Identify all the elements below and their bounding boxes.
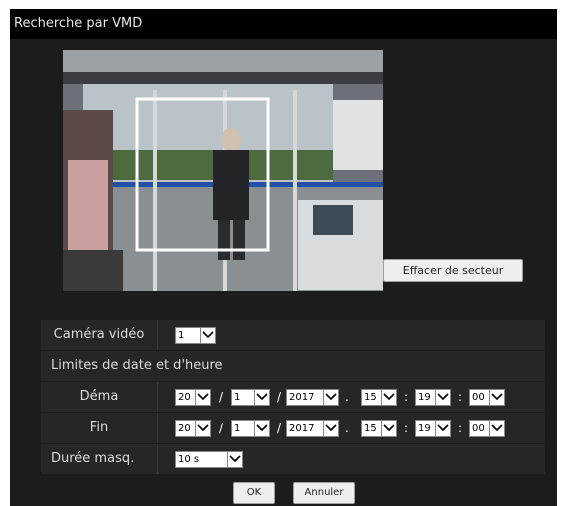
chevron-down-icon <box>323 421 338 436</box>
time-separator: : <box>404 390 409 404</box>
end-label: Fin <box>41 413 158 443</box>
time-separator: : <box>404 421 409 435</box>
chevron-down-icon <box>435 390 450 405</box>
chevron-down-icon <box>323 390 338 405</box>
end-minute-value: 19 <box>418 423 431 434</box>
start-hour-select[interactable]: 15 <box>361 389 397 406</box>
chevron-down-icon <box>254 421 269 436</box>
time-separator: : <box>458 421 463 435</box>
start-second-value: 00 <box>472 392 485 403</box>
date-separator: / <box>219 421 224 435</box>
date-time-separator: . <box>345 421 349 435</box>
duration-value: 10 s <box>178 454 200 465</box>
end-hour-select[interactable]: 15 <box>361 420 397 437</box>
chevron-down-icon <box>227 452 242 467</box>
date-time-separator: . <box>345 390 349 404</box>
chevron-down-icon <box>381 421 396 436</box>
chevron-down-icon <box>195 390 210 405</box>
chevron-down-icon <box>435 421 450 436</box>
start-minute-value: 19 <box>418 392 431 403</box>
start-year-select[interactable]: 2017 <box>286 389 339 406</box>
ok-button[interactable]: OK <box>233 482 275 504</box>
chevron-down-icon <box>489 390 504 405</box>
chevron-down-icon <box>254 390 269 405</box>
duration-row: Durée masq. 10 s <box>41 444 545 474</box>
camera-scene-graphic <box>63 50 383 291</box>
chevron-down-icon <box>381 390 396 405</box>
date-limits-row: Limites de date et d'heure <box>41 351 545 381</box>
start-label: Déma <box>41 382 158 412</box>
camera-row: Caméra vidéo 1 <box>41 320 545 350</box>
date-separator: / <box>219 390 224 404</box>
camera-preview-image[interactable] <box>63 50 383 291</box>
camera-value: 1 <box>178 330 185 341</box>
end-month-select[interactable]: 1 <box>231 420 270 437</box>
start-month-value: 1 <box>234 392 241 403</box>
start-year-value: 2017 <box>289 392 315 403</box>
end-day-value: 20 <box>178 423 191 434</box>
chevron-down-icon <box>200 328 215 343</box>
chevron-down-icon <box>489 421 504 436</box>
time-separator: : <box>458 390 463 404</box>
start-hour-value: 15 <box>364 392 377 403</box>
camera-label: Caméra vidéo <box>41 320 158 350</box>
clear-area-button[interactable]: Effacer de secteur <box>383 259 523 282</box>
end-year-select[interactable]: 2017 <box>286 420 339 437</box>
start-day-value: 20 <box>178 392 191 403</box>
start-day-select[interactable]: 20 <box>175 389 211 406</box>
vmd-search-window: Recherche par VMD Effacer de secteur Cam… <box>10 9 557 506</box>
end-day-select[interactable]: 20 <box>175 420 211 437</box>
start-month-select[interactable]: 1 <box>231 389 270 406</box>
date-limits-label: Limites de date et d'heure <box>51 358 223 373</box>
duration-select[interactable]: 10 s <box>175 451 243 468</box>
end-row: Fin 20 / 1 / 2017 . 15 : 19 : 00 <box>41 413 545 443</box>
window-title: Recherche par VMD <box>10 9 557 39</box>
camera-select[interactable]: 1 <box>175 327 216 344</box>
chevron-down-icon <box>195 421 210 436</box>
date-separator: / <box>277 421 282 435</box>
end-month-value: 1 <box>234 423 241 434</box>
start-minute-select[interactable]: 19 <box>415 389 451 406</box>
date-separator: / <box>277 390 282 404</box>
end-minute-select[interactable]: 19 <box>415 420 451 437</box>
cancel-button[interactable]: Annuler <box>293 482 355 504</box>
start-row: Déma 20 / 1 / 2017 . 15 : 19 : 00 <box>41 382 545 412</box>
end-second-select[interactable]: 00 <box>469 420 505 437</box>
duration-label: Durée masq. <box>41 444 158 474</box>
end-second-value: 00 <box>472 423 485 434</box>
end-hour-value: 15 <box>364 423 377 434</box>
end-year-value: 2017 <box>289 423 315 434</box>
start-second-select[interactable]: 00 <box>469 389 505 406</box>
